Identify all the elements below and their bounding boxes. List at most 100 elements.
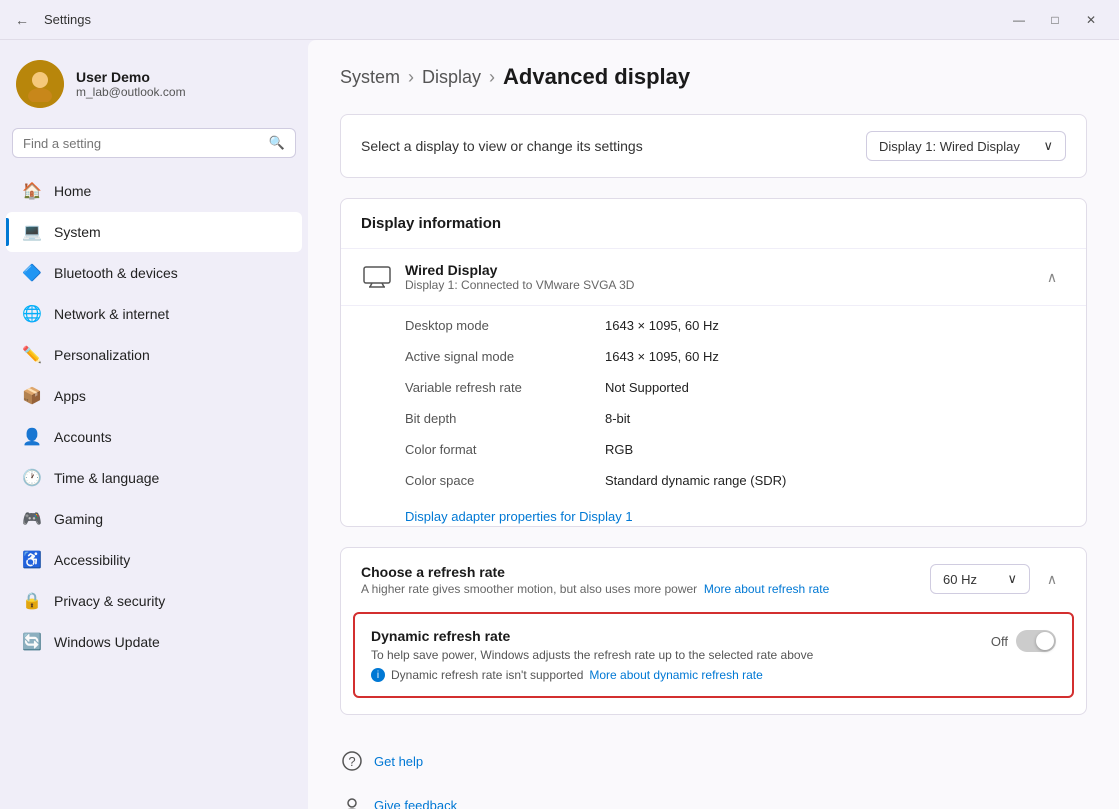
dynamic-info-link[interactable]: More about dynamic refresh rate: [589, 668, 762, 682]
titlebar-title: Settings: [44, 12, 991, 27]
display-device-header: Wired Display Display 1: Connected to VM…: [341, 249, 1086, 306]
display-info-chevron[interactable]: ∧: [1038, 263, 1066, 291]
breadcrumb: System › Display › Advanced display: [340, 64, 1087, 90]
give-feedback-icon: [340, 793, 364, 809]
svg-text:?: ?: [348, 754, 355, 769]
sidebar-item-label-accessibility: Accessibility: [54, 552, 130, 568]
get-help-link[interactable]: ? Get help: [340, 743, 1087, 779]
give-feedback-link[interactable]: Give feedback: [340, 787, 1087, 809]
display-dropdown[interactable]: Display 1: Wired Display ∨: [866, 131, 1066, 161]
sidebar-item-time[interactable]: 🕐 Time & language: [6, 458, 302, 498]
rate-dropdown[interactable]: 60 Hz ∨: [930, 564, 1030, 594]
breadcrumb-sep-2: ›: [489, 67, 495, 88]
sidebar-item-accounts[interactable]: 👤 Accounts: [6, 417, 302, 457]
refresh-chevron[interactable]: ∧: [1038, 565, 1066, 593]
refresh-desc: A higher rate gives smoother motion, but…: [361, 582, 930, 596]
nav-list: 🏠 Home 💻 System 🔷 Bluetooth & devices 🌐 …: [0, 170, 308, 663]
breadcrumb-current: Advanced display: [503, 64, 690, 90]
display-info-header: Wired Display Display 1: Connected to VM…: [361, 261, 634, 293]
dynamic-toggle[interactable]: [1016, 630, 1056, 652]
display-dropdown-chevron: ∨: [1043, 138, 1053, 154]
refresh-controls: 60 Hz ∨ ∧: [930, 564, 1066, 594]
info-table: Desktop mode 1643 × 1095, 60 Hz Active s…: [341, 306, 1086, 508]
info-row: Variable refresh rate Not Supported: [341, 372, 1086, 403]
minimize-button[interactable]: —: [1003, 6, 1035, 34]
user-info: User Demo m_lab@outlook.com: [76, 69, 186, 99]
dynamic-refresh-row: Dynamic refresh rate To help save power,…: [371, 628, 1056, 682]
info-row: Color format RGB: [341, 434, 1086, 465]
search-input[interactable]: [23, 136, 261, 151]
get-help-label: Get help: [374, 754, 423, 769]
dynamic-refresh-section: Dynamic refresh rate To help save power,…: [353, 612, 1074, 698]
user-profile[interactable]: User Demo m_lab@outlook.com: [0, 48, 308, 128]
sidebar-item-label-accounts: Accounts: [54, 429, 112, 445]
sidebar-item-bluetooth[interactable]: 🔷 Bluetooth & devices: [6, 253, 302, 293]
refresh-rate-header: Choose a refresh rate A higher rate give…: [341, 548, 1086, 612]
maximize-button[interactable]: □: [1039, 6, 1071, 34]
sidebar-item-system[interactable]: 💻 System: [6, 212, 302, 252]
get-help-icon: ?: [340, 749, 364, 773]
back-button[interactable]: ←: [12, 12, 32, 28]
breadcrumb-display[interactable]: Display: [422, 67, 481, 88]
search-icon: 🔍: [269, 135, 285, 151]
main-content: System › Display › Advanced display Sele…: [308, 40, 1119, 809]
display-info-title: Display information: [361, 215, 501, 232]
dynamic-info: i Dynamic refresh rate isn't supported M…: [371, 668, 979, 682]
sidebar-item-label-system: System: [54, 224, 101, 240]
display-device-name: Wired Display: [405, 262, 634, 278]
breadcrumb-system[interactable]: System: [340, 67, 400, 88]
sidebar-item-accessibility[interactable]: ♿ Accessibility: [6, 540, 302, 580]
sidebar-item-update[interactable]: 🔄 Windows Update: [6, 622, 302, 662]
info-value: 1643 × 1095, 60 Hz: [605, 349, 1066, 364]
display-info-section-header: Display information: [341, 199, 1086, 249]
privacy-icon: 🔒: [22, 591, 42, 611]
system-icon: 💻: [22, 222, 42, 242]
dynamic-right: Off: [991, 628, 1056, 652]
info-value: RGB: [605, 442, 1066, 457]
home-icon: 🏠: [22, 181, 42, 201]
sidebar-item-personalization[interactable]: ✏️ Personalization: [6, 335, 302, 375]
display-device-sub: Display 1: Connected to VMware SVGA 3D: [405, 278, 634, 292]
info-value: Standard dynamic range (SDR): [605, 473, 1066, 488]
sidebar-item-label-home: Home: [54, 183, 91, 199]
refresh-rate-section: Choose a refresh rate A higher rate give…: [340, 547, 1087, 715]
dynamic-left: Dynamic refresh rate To help save power,…: [371, 628, 979, 682]
dynamic-info-text: Dynamic refresh rate isn't supported: [391, 668, 583, 682]
sidebar-item-label-network: Network & internet: [54, 306, 169, 322]
close-button[interactable]: ✕: [1075, 6, 1107, 34]
info-icon: i: [371, 668, 385, 682]
sidebar-item-label-privacy: Privacy & security: [54, 593, 165, 609]
info-row: Active signal mode 1643 × 1095, 60 Hz: [341, 341, 1086, 372]
refresh-desc-link[interactable]: More about refresh rate: [704, 582, 829, 596]
bottom-links: ? Get help Give feedback: [340, 735, 1087, 809]
titlebar: ← Settings — □ ✕: [0, 0, 1119, 40]
display-info-section: Display information Wired Display: [340, 198, 1087, 527]
accounts-icon: 👤: [22, 427, 42, 447]
display-adapter-link[interactable]: Display adapter properties for Display 1: [341, 505, 653, 527]
info-row: Bit depth 8-bit: [341, 403, 1086, 434]
dynamic-desc: To help save power, Windows adjusts the …: [371, 648, 979, 662]
sidebar-item-privacy[interactable]: 🔒 Privacy & security: [6, 581, 302, 621]
refresh-header-left: Choose a refresh rate A higher rate give…: [361, 564, 930, 596]
sidebar-item-label-apps: Apps: [54, 388, 86, 404]
display-selector-bar: Select a display to view or change its s…: [340, 114, 1087, 178]
sidebar-item-network[interactable]: 🌐 Network & internet: [6, 294, 302, 334]
sidebar-item-apps[interactable]: 📦 Apps: [6, 376, 302, 416]
sidebar-item-gaming[interactable]: 🎮 Gaming: [6, 499, 302, 539]
toggle-knob: [1036, 632, 1054, 650]
info-value: Not Supported: [605, 380, 1066, 395]
refresh-desc-text: A higher rate gives smoother motion, but…: [361, 582, 697, 596]
app-body: User Demo m_lab@outlook.com 🔍 🏠 Home 💻 S…: [0, 40, 1119, 809]
monitor-icon: [361, 261, 393, 293]
sidebar: User Demo m_lab@outlook.com 🔍 🏠 Home 💻 S…: [0, 40, 308, 809]
info-value: 1643 × 1095, 60 Hz: [605, 318, 1066, 333]
bluetooth-icon: 🔷: [22, 263, 42, 283]
search-box[interactable]: 🔍: [12, 128, 296, 158]
personalization-icon: ✏️: [22, 345, 42, 365]
network-icon: 🌐: [22, 304, 42, 324]
sidebar-item-home[interactable]: 🏠 Home: [6, 171, 302, 211]
accessibility-icon: ♿: [22, 550, 42, 570]
sidebar-item-label-update: Windows Update: [54, 634, 160, 650]
user-name: User Demo: [76, 69, 186, 85]
sidebar-item-label-gaming: Gaming: [54, 511, 103, 527]
